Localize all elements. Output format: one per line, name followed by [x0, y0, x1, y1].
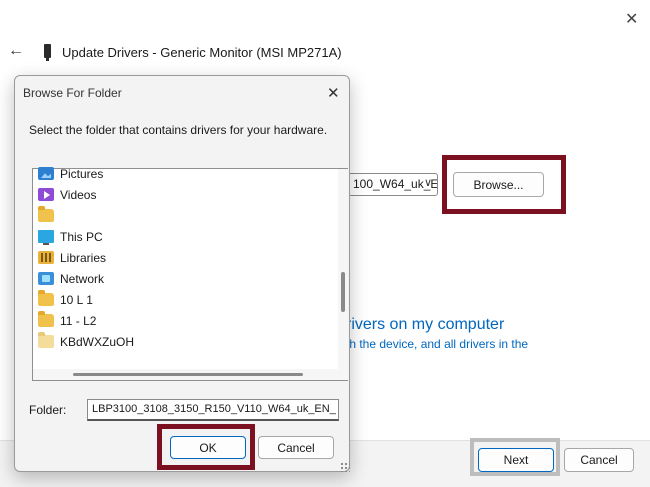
folder-icon — [38, 311, 54, 327]
tree-item-pictures[interactable]: Pictures — [33, 163, 103, 184]
dialog-instruction: Select the folder that contains drivers … — [29, 123, 328, 137]
wizard-title: Update Drivers - Generic Monitor (MSI MP… — [62, 45, 342, 60]
resize-grip-icon[interactable] — [340, 462, 350, 472]
tree-item-kbdwxzuoh[interactable]: KBdWXZuOH — [33, 331, 134, 352]
tree-item-network[interactable]: Network — [33, 268, 104, 289]
next-button[interactable]: Next — [478, 448, 554, 472]
folder-icon — [38, 290, 54, 306]
tree-item-label: KBdWXZuOH — [60, 334, 135, 349]
tree-item-videos[interactable]: Videos — [33, 184, 96, 205]
horizontal-scroll-thumb[interactable] — [73, 373, 303, 376]
folder-path-field[interactable]: LBP3100_3108_3150_R150_V110_W64_uk_EN_ — [87, 399, 339, 421]
tree-item-10-l-1[interactable]: 10 L 1 — [33, 289, 93, 310]
tree-item-label: 11 - L2 — [60, 313, 97, 328]
libraries-icon — [38, 251, 54, 264]
tree-item-label: Pictures — [60, 166, 104, 181]
ok-button[interactable]: OK — [170, 436, 246, 459]
dialog-cancel-button[interactable]: Cancel — [258, 436, 334, 459]
dialog-title: Browse For Folder — [23, 86, 122, 100]
tree-item-label: Libraries — [60, 250, 107, 265]
back-arrow-icon[interactable]: ← — [8, 42, 24, 60]
folder-icon — [38, 332, 54, 348]
tree-item-label: This PC — [60, 229, 103, 244]
dialog-close-icon[interactable]: ✕ — [327, 84, 340, 102]
browse-for-folder-dialog: Browse For Folder ✕ Select the folder th… — [14, 75, 350, 472]
tree-item-11-l2[interactable]: 11 - L2 — [33, 310, 96, 331]
browse-computer-link[interactable]: rivers on my computer — [346, 316, 504, 334]
wizard-cancel-button[interactable]: Cancel — [564, 448, 634, 472]
chevron-down-icon[interactable]: ∨ — [424, 176, 432, 189]
folder-icon — [38, 206, 54, 222]
path-combobox[interactable]: 100_W64_uk_E ∨ — [348, 173, 438, 196]
folder-tree[interactable]: Pictures Videos This PC Libraries Networ… — [32, 167, 348, 381]
pictures-icon — [38, 167, 54, 180]
tree-vertical-scrollbar[interactable] — [338, 169, 348, 380]
network-icon — [38, 272, 54, 285]
folder-label: Folder: — [29, 403, 67, 417]
tree-horizontal-scrollbar[interactable] — [33, 369, 338, 380]
browse-computer-description: th the device, and all drivers in the — [346, 337, 529, 351]
tree-item-libraries[interactable]: Libraries — [33, 247, 106, 268]
monitor-icon — [44, 44, 51, 61]
videos-icon — [38, 188, 54, 201]
tree-item-unnamed-folder[interactable] — [33, 205, 60, 226]
tree-item-this-pc[interactable]: This PC — [33, 226, 103, 247]
close-icon[interactable]: ✕ — [625, 12, 638, 28]
tree-item-label: Videos — [60, 187, 97, 202]
vertical-scroll-thumb[interactable] — [341, 272, 345, 312]
tree-item-label: 10 L 1 — [60, 292, 93, 307]
tree-item-label: Network — [60, 271, 105, 286]
browse-button[interactable]: Browse... — [453, 172, 544, 197]
this-pc-icon — [38, 230, 54, 245]
